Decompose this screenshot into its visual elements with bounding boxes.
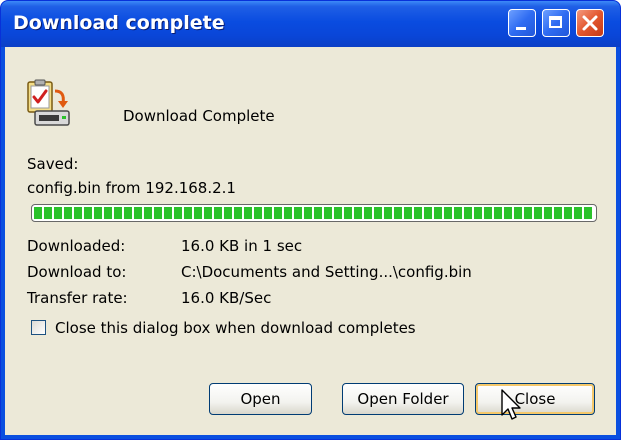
download-progress-bar xyxy=(31,204,597,222)
download-complete-heading: Download Complete xyxy=(123,107,275,125)
progress-fill xyxy=(34,207,594,219)
saved-file-text: config.bin from 192.168.2.1 xyxy=(27,179,236,197)
open-folder-button[interactable]: Open Folder xyxy=(342,383,464,415)
maximize-icon xyxy=(549,16,562,28)
close-window-button[interactable] xyxy=(576,9,604,37)
close-button[interactable]: Close xyxy=(475,383,595,415)
close-icon xyxy=(582,15,598,31)
minimize-icon xyxy=(516,27,526,30)
download-to-value: C:\Documents and Setting...\config.bin xyxy=(181,263,472,281)
saved-label: Saved: xyxy=(27,155,79,173)
close-on-complete-checkbox[interactable] xyxy=(31,320,46,335)
title-bar[interactable]: Download complete xyxy=(1,1,620,47)
downloaded-label: Downloaded: xyxy=(27,237,126,255)
transfer-rate-label: Transfer rate: xyxy=(27,289,128,307)
transfer-rate-value: 16.0 KB/Sec xyxy=(181,289,272,307)
minimize-button[interactable] xyxy=(508,9,536,37)
download-to-label: Download to: xyxy=(27,263,127,281)
maximize-button[interactable] xyxy=(542,9,570,37)
download-dialog: Download complete Download Complete Save… xyxy=(0,0,621,440)
open-button[interactable]: Open xyxy=(209,383,312,415)
window-title: Download complete xyxy=(13,12,225,34)
mouse-pointer-icon xyxy=(501,389,521,420)
close-on-complete-label[interactable]: Close this dialog box when download comp… xyxy=(55,319,416,337)
downloaded-value: 16.0 KB in 1 sec xyxy=(181,237,303,255)
download-complete-icon xyxy=(27,79,70,126)
dialog-body: Download Complete Saved: config.bin from… xyxy=(5,47,616,435)
